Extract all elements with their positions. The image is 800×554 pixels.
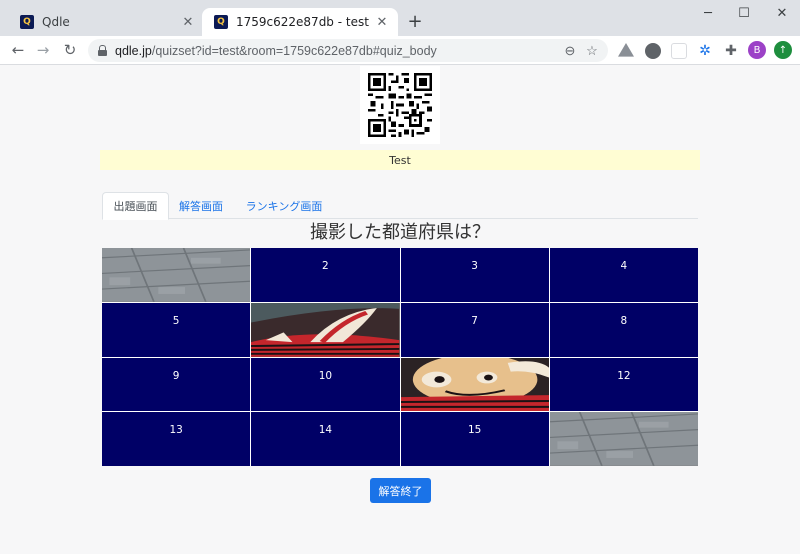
browser-toolbar: ← → ↻ qdle.jp/quizset?id=test&room=1759c… xyxy=(0,36,800,65)
browser-tab-qdle[interactable]: Q Qdle ✕ xyxy=(8,8,204,36)
grid-cell[interactable]: 7 xyxy=(400,302,549,357)
grid-cell[interactable]: 11 xyxy=(400,357,549,412)
panel-grid: 12345678910111213141516 xyxy=(102,248,698,466)
qr-code-image xyxy=(368,73,432,137)
grid-cell[interactable]: 4 xyxy=(549,248,698,302)
url-path: /quizset?id=test&room=1759c622e87db#quiz… xyxy=(151,43,437,58)
title-banner: Test xyxy=(100,150,700,170)
grid-cell-number: 3 xyxy=(471,260,478,272)
bookmark-star-icon[interactable]: ☆ xyxy=(584,43,600,59)
qdle-favicon-icon: Q xyxy=(214,15,228,29)
grid-cell-number: 14 xyxy=(318,424,333,437)
view-tabs: 出題画面 解答画面 ランキング画面 xyxy=(102,192,698,220)
grid-cell-number: 12 xyxy=(617,369,631,382)
qr-code xyxy=(360,66,440,144)
qdle-favicon-icon: Q xyxy=(20,15,34,29)
zoom-out-icon[interactable]: ⊖ xyxy=(562,43,578,59)
grid-cell[interactable]: 8 xyxy=(549,302,698,357)
lock-icon xyxy=(98,45,107,56)
finish-answering-button[interactable]: 解答終了 xyxy=(370,478,431,503)
grid-cell[interactable]: 3 xyxy=(400,248,549,302)
maximize-window-icon[interactable]: ☐ xyxy=(726,0,762,26)
reload-icon[interactable]: ↻ xyxy=(59,39,81,61)
browser-tab-title: 1759c622e87db - test xyxy=(236,15,369,29)
close-tab-icon[interactable]: ✕ xyxy=(180,14,196,30)
grid-cell[interactable]: 12 xyxy=(549,357,698,412)
back-arrow-icon[interactable]: ← xyxy=(7,39,29,61)
grid-cell-number: 15 xyxy=(467,424,482,437)
address-bar[interactable]: qdle.jp/quizset?id=test&room=1759c622e87… xyxy=(88,39,608,62)
page-content: Test 出題画面 解答画面 ランキング画面 撮影した都道府県は？ 123456… xyxy=(0,66,800,554)
forward-arrow-icon[interactable]: → xyxy=(32,39,54,61)
grid-cell-number: 9 xyxy=(172,369,180,382)
close-window-icon[interactable]: ✕ xyxy=(764,0,800,26)
grid-cell-number: 7 xyxy=(471,314,478,327)
grid-cell-number: 2 xyxy=(322,260,329,272)
grid-cell[interactable]: 2 xyxy=(251,248,400,302)
grid-cell[interactable]: 13 xyxy=(102,412,251,466)
profile-avatar[interactable]: B xyxy=(748,41,766,59)
grid-cell-number: 10 xyxy=(318,369,333,382)
close-tab-icon[interactable]: ✕ xyxy=(374,14,390,30)
tab-question-screen[interactable]: 出題画面 xyxy=(102,192,169,220)
square-extension-icon[interactable] xyxy=(671,43,687,59)
grid-cell[interactable]: 5 xyxy=(102,302,251,357)
url-host: qdle.jp xyxy=(115,43,152,58)
grid-cell[interactable]: 16 xyxy=(549,412,698,466)
drive-extension-icon[interactable] xyxy=(618,43,634,57)
grid-cell[interactable]: 6 xyxy=(251,302,400,357)
grid-cell[interactable]: 10 xyxy=(251,357,400,412)
tab-answer-screen[interactable]: 解答画面 xyxy=(173,192,229,219)
grid-cell-number: 4 xyxy=(620,260,628,272)
gear-extension-icon[interactable]: ✲ xyxy=(697,43,713,59)
grid-cell[interactable]: 14 xyxy=(251,412,400,466)
browser-tabstrip: Q Qdle ✕ Q 1759c622e87db - test ✕ + ─ ☐ … xyxy=(0,0,800,36)
minimize-window-icon[interactable]: ─ xyxy=(690,0,726,26)
grid-cell[interactable]: 9 xyxy=(102,357,251,412)
update-arrow-icon[interactable]: ↑ xyxy=(774,41,792,59)
circle-extension-icon[interactable] xyxy=(645,43,661,59)
grid-cell[interactable]: 1 xyxy=(102,248,251,302)
browser-tab-quiz[interactable]: Q 1759c622e87db - test ✕ xyxy=(202,8,398,36)
grid-cell-number: 8 xyxy=(620,314,628,327)
browser-tab-title: Qdle xyxy=(42,15,70,29)
grid-cell-number: 5 xyxy=(172,314,180,327)
grid-cell-number: 13 xyxy=(169,424,183,437)
grid-cell[interactable]: 15 xyxy=(400,412,549,466)
new-tab-plus-icon[interactable]: + xyxy=(404,10,426,32)
extensions-puzzle-icon[interactable]: ✚ xyxy=(723,43,739,59)
question-text: 撮影した都道府県は？ xyxy=(310,222,490,243)
tab-ranking-screen[interactable]: ランキング画面 xyxy=(236,192,332,219)
